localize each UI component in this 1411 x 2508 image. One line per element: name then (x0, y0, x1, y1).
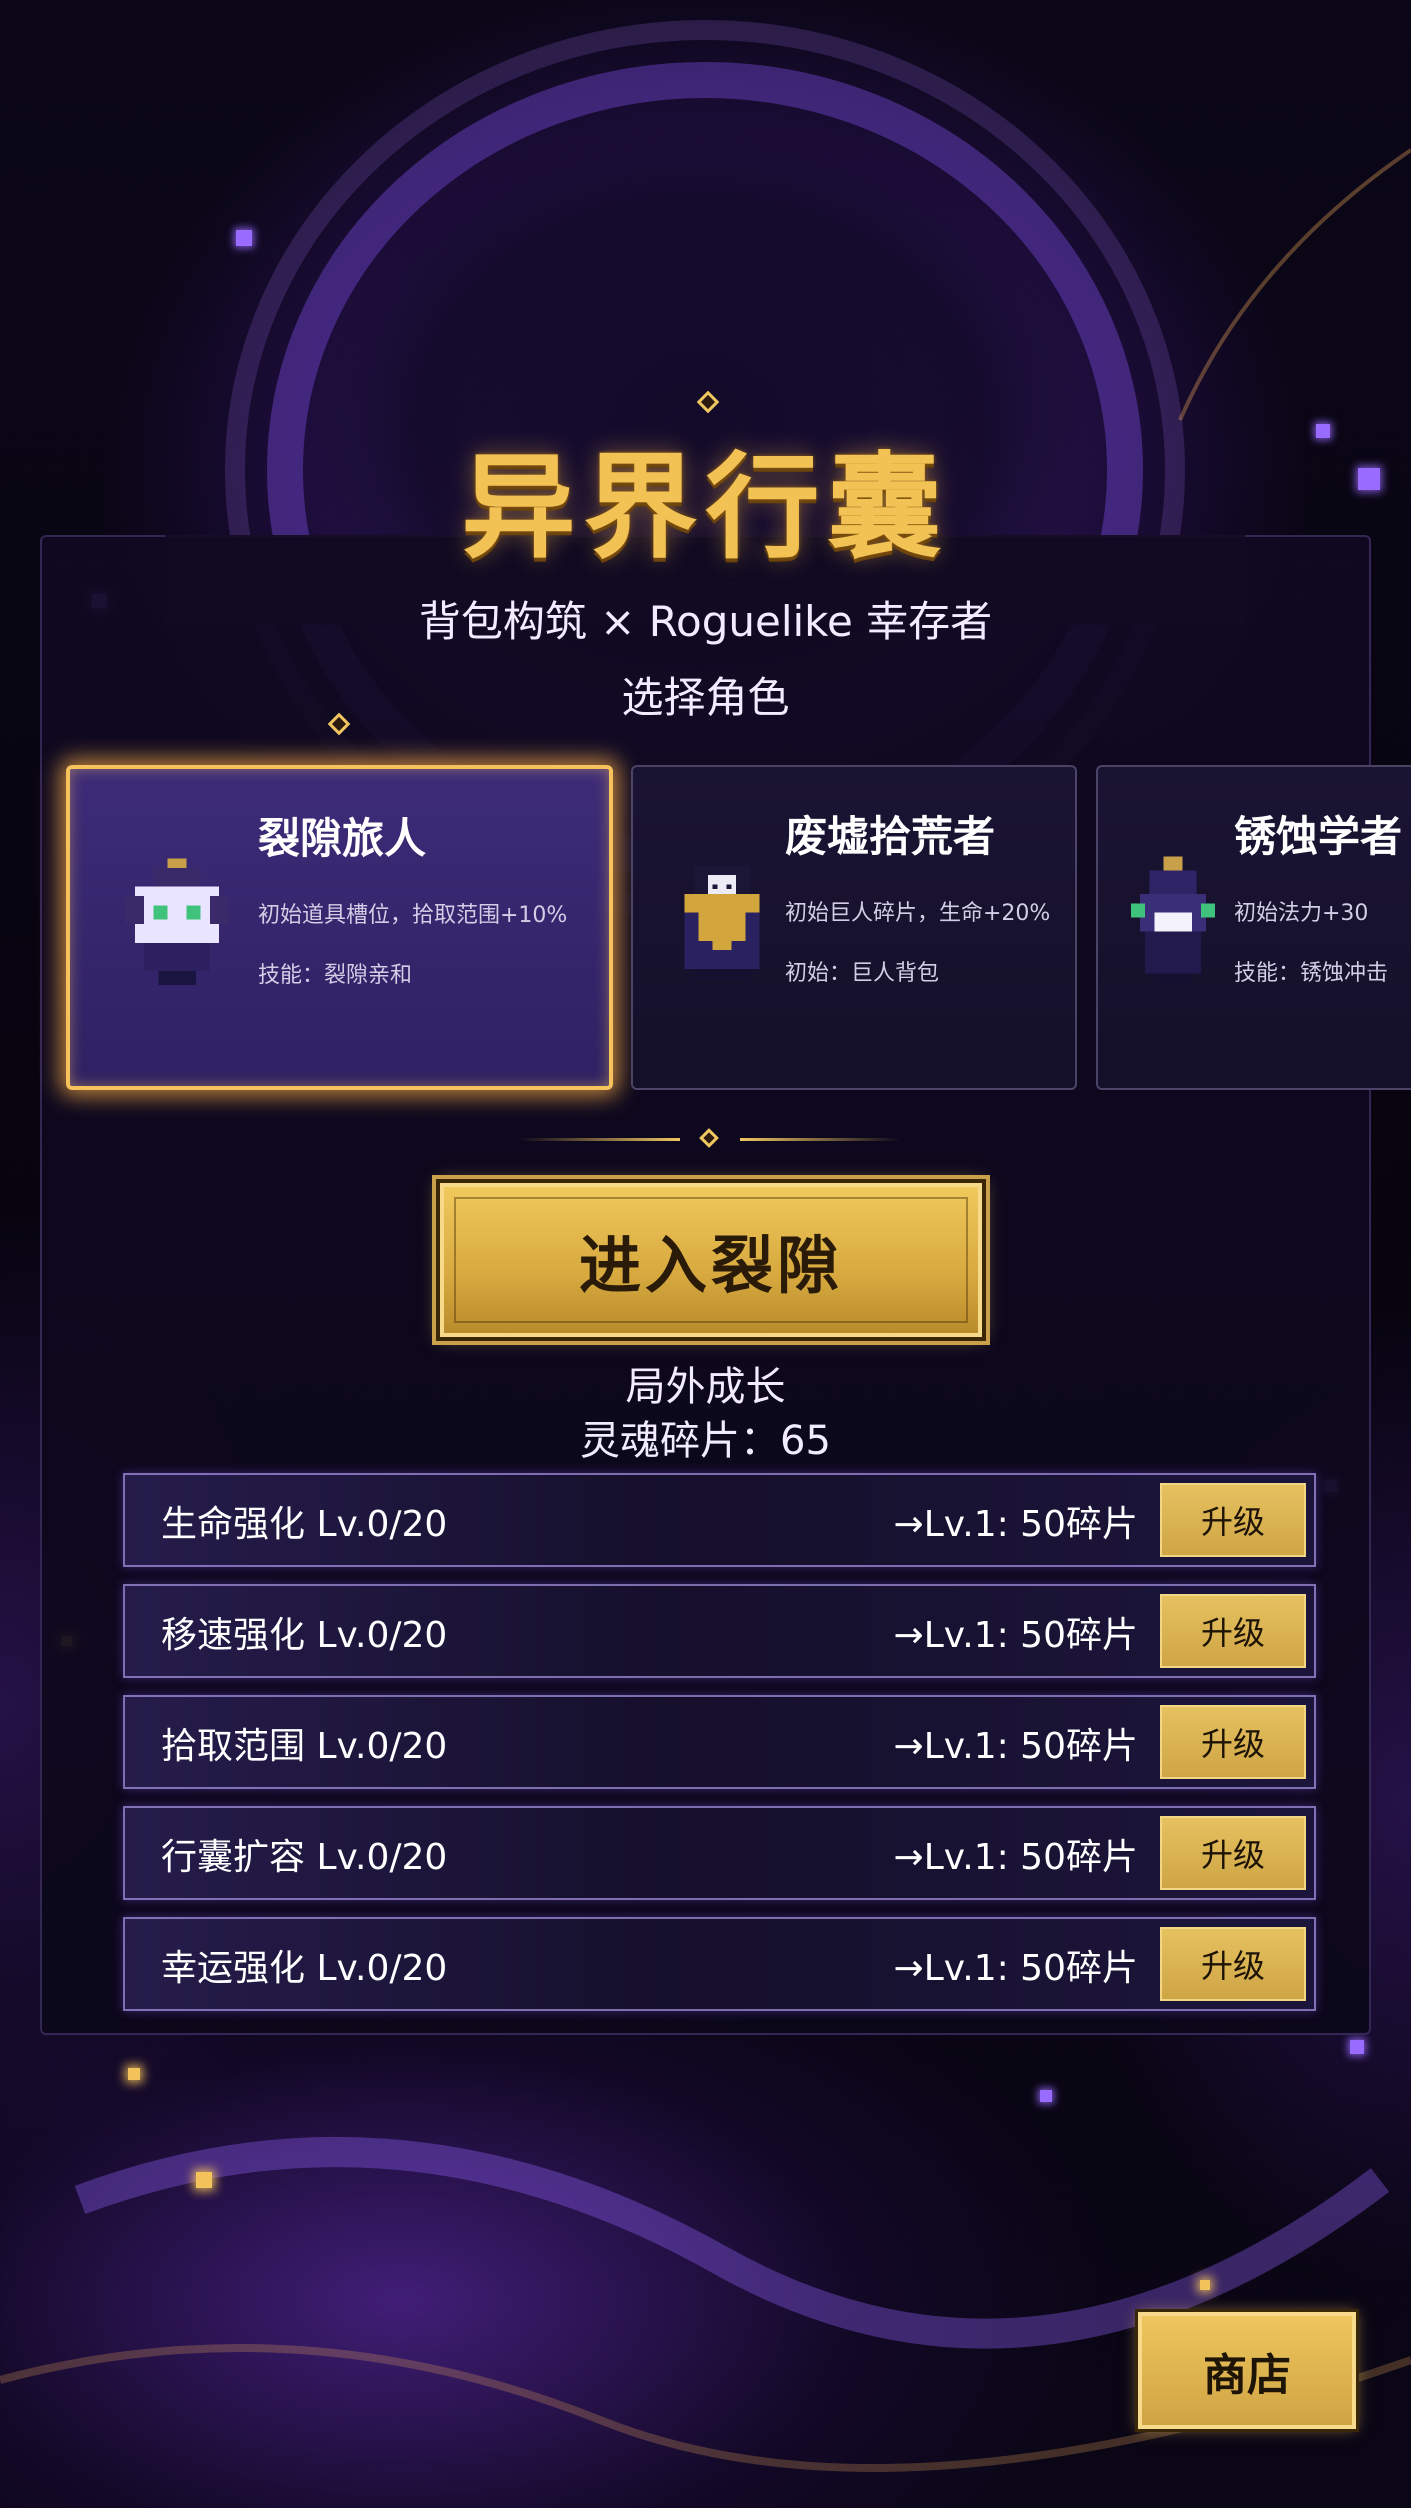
meta-progress-title: 局外成长 (625, 1364, 786, 1410)
character-skill: 技能：裂隙亲和 (258, 963, 413, 988)
upgrade-row-bag-capacity: 行囊扩容 Lv.0/20 →Lv.1: 50碎片 升级 (123, 1806, 1316, 1900)
sparkle (1350, 2040, 1364, 2054)
select-character-label: 选择角色 (621, 673, 790, 722)
upgrade-button[interactable]: 升级 (1160, 1483, 1306, 1557)
upgrade-name: 拾取范围 Lv.0/20 (161, 1726, 448, 1767)
enter-rift-label: 进入裂隙 (578, 1229, 843, 1302)
divider-line-left (520, 1138, 680, 1141)
enter-rift-button[interactable]: 进入裂隙 (440, 1183, 982, 1337)
upgrade-row-pickup-range: 拾取范围 Lv.0/20 →Lv.1: 50碎片 升级 (123, 1695, 1316, 1789)
upgrade-name: 行囊扩容 Lv.0/20 (161, 1837, 448, 1878)
character-skill: 技能：锈蚀冲击 (1234, 961, 1389, 986)
rift-traveler-portrait-icon (125, 858, 229, 985)
upgrade-row-move-speed: 移速强化 Lv.0/20 →Lv.1: 50碎片 升级 (123, 1584, 1316, 1678)
upgrade-name: 幸运强化 Lv.0/20 (161, 1948, 448, 1989)
shop-button[interactable]: 商店 (1138, 2312, 1356, 2429)
upgrade-button[interactable]: 升级 (1160, 1927, 1306, 2001)
character-name: 裂隙旅人 (258, 814, 427, 863)
divider-line-right (740, 1138, 900, 1141)
sparkle (1200, 2280, 1210, 2290)
upgrade-button[interactable]: 升级 (1160, 1816, 1306, 1890)
upgrade-name: 移速强化 Lv.0/20 (161, 1615, 448, 1656)
character-card-ruin-scavenger[interactable]: 废墟拾荒者 初始巨人碎片，生命+20% 初始：巨人背包 (631, 765, 1077, 1090)
upgrade-cost: →Lv.1: 50碎片 (893, 1948, 1138, 1989)
sparkle (196, 2172, 212, 2188)
soul-shards-count: 灵魂碎片：65 (580, 1418, 831, 1464)
character-name: 废墟拾荒者 (785, 812, 996, 861)
upgrade-cost: →Lv.1: 50碎片 (893, 1837, 1138, 1878)
character-description: 初始巨人碎片，生命+20% (785, 901, 1051, 926)
ruin-scavenger-portrait-icon (684, 865, 760, 979)
sparkle (236, 230, 252, 246)
upgrade-row-health: 生命强化 Lv.0/20 →Lv.1: 50碎片 升级 (123, 1473, 1316, 1567)
character-card-rift-traveler[interactable]: 裂隙旅人 初始道具槽位，拾取范围+10% 技能：裂隙亲和 (66, 765, 613, 1090)
upgrade-name: 生命强化 Lv.0/20 (161, 1504, 448, 1545)
character-name: 锈蚀学者 (1234, 812, 1403, 861)
upgrade-button[interactable]: 升级 (1160, 1705, 1306, 1779)
character-card-rust-scholar[interactable]: 锈蚀学者 初始法力+30 技能：锈蚀冲击 (1096, 765, 1411, 1090)
upgrade-cost: →Lv.1: 50碎片 (893, 1504, 1138, 1545)
upgrade-row-luck: 幸运强化 Lv.0/20 →Lv.1: 50碎片 升级 (123, 1917, 1316, 2011)
character-description: 初始道具槽位，拾取范围+10% (258, 903, 568, 928)
sparkle (128, 2068, 140, 2080)
upgrade-button[interactable]: 升级 (1160, 1594, 1306, 1668)
game-title: 异界行囊 (461, 440, 950, 574)
game-subtitle: 背包构筑 × Roguelike 幸存者 (418, 597, 993, 646)
character-skill: 初始：巨人背包 (785, 961, 940, 986)
rust-scholar-portrait-icon (1130, 856, 1216, 983)
title-ornament-icon (696, 390, 720, 414)
upgrade-cost: →Lv.1: 50碎片 (893, 1615, 1138, 1656)
character-description: 初始法力+30 (1234, 901, 1369, 926)
upgrade-cost: →Lv.1: 50碎片 (893, 1726, 1138, 1767)
sparkle (1040, 2090, 1052, 2102)
